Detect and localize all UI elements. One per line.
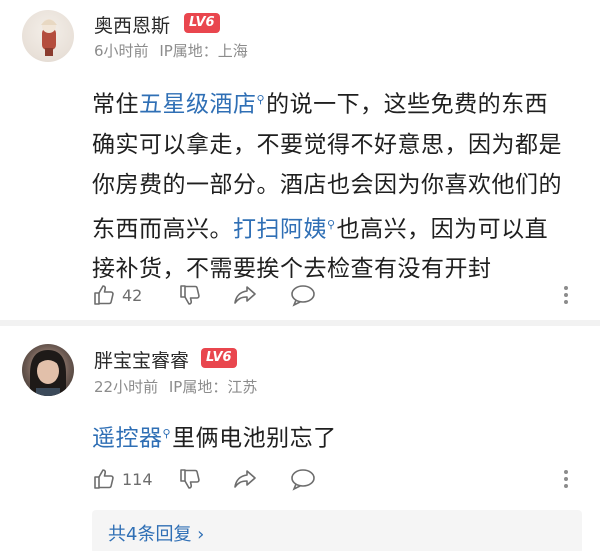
- comment-text-segment: 你房费的一部分。酒店也会因为你喜欢他们的: [92, 171, 562, 198]
- search-icon: ⚲: [162, 427, 172, 440]
- thumbs-up-icon: [94, 285, 114, 305]
- level-badge: LV6: [184, 13, 220, 33]
- comment-line: 确实可以拿走，不要觉得不好意思，因为都是: [92, 125, 582, 165]
- ip-location: IP属地：上海: [159, 42, 248, 60]
- like-button[interactable]: 114: [92, 464, 153, 494]
- search-icon: ⚲: [256, 93, 266, 106]
- comment-actions: 42: [92, 280, 582, 310]
- comment-text-segment: 常住: [92, 91, 139, 118]
- replies-count-label: 共4条回复 ›: [108, 524, 205, 545]
- comment-time: 22小时前: [94, 378, 159, 396]
- comment-meta: 22小时前 IP属地：江苏: [94, 376, 257, 397]
- comment-item: 胖宝宝睿睿 LV6 22小时前 IP属地：江苏 遥控器⚲里俩电池别忘了 114: [0, 326, 600, 551]
- comment-line: 遥控器⚲里俩电池别忘了: [92, 414, 582, 459]
- comment-text-segment: 东西而高兴。: [92, 216, 233, 243]
- comment-meta: 6小时前 IP属地：上海: [94, 40, 248, 61]
- comment-text: 常住五星级酒店⚲的说一下，这些免费的东西 确实可以拿走，不要觉得不好意思，因为都是…: [92, 80, 582, 289]
- comment-line: 常住五星级酒店⚲的说一下，这些免费的东西: [92, 80, 582, 125]
- share-button[interactable]: [232, 280, 258, 310]
- search-icon: ⚲: [327, 217, 336, 231]
- comment-text-segment: 接补货，不需要挨个去检查有没有开封: [92, 256, 492, 283]
- like-count: 42: [122, 285, 143, 305]
- comment-icon: [291, 285, 315, 307]
- comment-text-segment: 的说一下，这些免费的东西: [266, 91, 549, 118]
- ip-location: IP属地：江苏: [168, 378, 258, 396]
- comment-text: 遥控器⚲里俩电池别忘了: [92, 414, 582, 459]
- thumbs-down-icon: [180, 469, 200, 489]
- username[interactable]: 胖宝宝睿睿: [94, 346, 189, 373]
- like-count: 114: [122, 469, 153, 489]
- more-options-button[interactable]: [562, 280, 570, 310]
- comment-actions: 114: [92, 464, 582, 494]
- more-options-button[interactable]: [562, 464, 570, 494]
- comment-line: 东西而高兴。打扫阿姨⚲也高兴，因为可以直: [92, 205, 582, 250]
- comment-line: 你房费的一部分。酒店也会因为你喜欢他们的: [92, 165, 582, 205]
- keyword-link[interactable]: 打扫阿姨: [233, 216, 327, 242]
- like-button[interactable]: 42: [92, 280, 142, 310]
- comment-text-segment: 确实可以拿走，不要觉得不好意思，因为都是: [92, 131, 562, 158]
- reply-button[interactable]: [290, 464, 316, 494]
- more-vertical-icon: [564, 286, 568, 304]
- keyword-link[interactable]: 五星级酒店: [139, 92, 257, 118]
- thumbs-down-icon: [180, 285, 200, 305]
- share-icon: [234, 286, 256, 304]
- dislike-button[interactable]: [178, 280, 202, 310]
- username[interactable]: 奥西恩斯: [94, 11, 170, 38]
- keyword-link[interactable]: 遥控器: [92, 426, 163, 452]
- avatar[interactable]: [22, 10, 74, 62]
- comment-time: 6小时前: [94, 42, 149, 60]
- comment-text-segment: 里俩电池别忘了: [172, 425, 337, 452]
- more-vertical-icon: [564, 470, 568, 488]
- share-icon: [234, 470, 256, 488]
- comment-text-segment: 也高兴，因为可以直: [336, 216, 549, 243]
- avatar[interactable]: [22, 344, 74, 396]
- thumbs-up-icon: [94, 469, 114, 489]
- view-replies-button[interactable]: 共4条回复 ›: [92, 510, 582, 551]
- reply-button[interactable]: [290, 280, 316, 310]
- comment-item: 奥西恩斯 LV6 6小时前 IP属地：上海 常住五星级酒店⚲的说一下，这些免费的…: [0, 0, 600, 320]
- dislike-button[interactable]: [178, 464, 202, 494]
- level-badge: LV6: [201, 348, 237, 368]
- share-button[interactable]: [232, 464, 258, 494]
- comment-icon: [291, 469, 315, 491]
